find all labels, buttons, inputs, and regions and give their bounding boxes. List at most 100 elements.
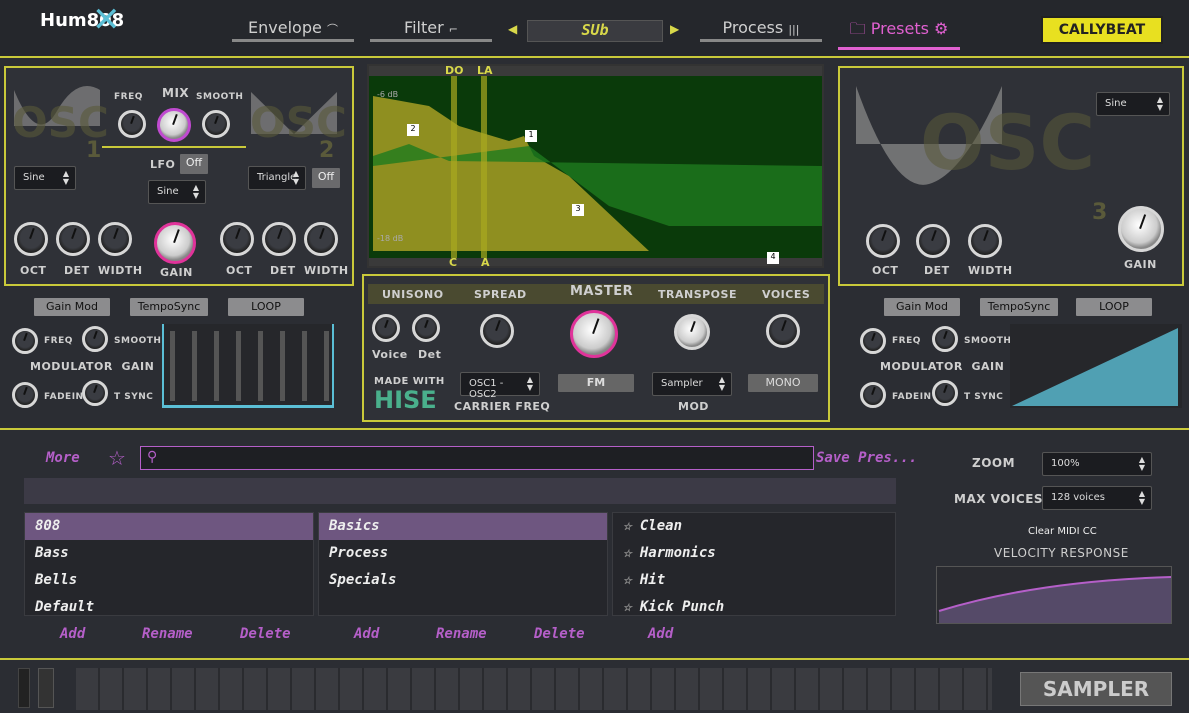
osc2-toggle[interactable]: Off [312, 168, 340, 188]
mono-button[interactable]: MONO [748, 374, 818, 392]
velocity-curve[interactable] [936, 566, 1172, 624]
step-bar[interactable] [324, 331, 329, 401]
list-item[interactable]: ☆ Harmonics [613, 540, 895, 567]
search-input[interactable] [167, 449, 807, 467]
step-bar[interactable] [192, 331, 197, 401]
lfo-wave-select[interactable]: Sine ▲ ▼ [148, 180, 206, 204]
osc2-width-knob[interactable] [304, 222, 338, 256]
list-item[interactable]: Process [319, 540, 607, 567]
list-item[interactable]: Specials [319, 567, 607, 594]
favorite-star-icon[interactable]: ☆ [108, 446, 126, 470]
list-item[interactable]: ☆ Kick Punch [613, 594, 895, 621]
more-button[interactable]: More [46, 450, 80, 466]
osc1-det-knob[interactable] [56, 222, 90, 256]
osc1-oct-knob[interactable] [14, 222, 48, 256]
carrier-select[interactable]: OSC1 - OSC2 ▲ ▼ [460, 372, 540, 400]
freq-knob[interactable] [118, 110, 146, 138]
list-item[interactable]: Bells [25, 567, 313, 594]
star-icon[interactable]: ☆ [623, 572, 640, 588]
mod-smooth-knob[interactable] [82, 326, 108, 352]
list-item[interactable]: Default [25, 594, 313, 621]
tab-presets[interactable]: 🗀 Presets ⚙ [838, 18, 960, 50]
step-bar[interactable] [214, 331, 219, 401]
rename-category-button[interactable]: Rename [142, 626, 193, 642]
mod-select[interactable]: Sampler ▲ ▼ [652, 372, 732, 396]
tab-envelope[interactable]: Envelope ⌒ [232, 18, 354, 42]
clear-midi-button[interactable]: Clear MIDI CC [1028, 526, 1097, 537]
osc3-width-knob[interactable] [968, 224, 1002, 258]
spectrum-display[interactable]: DO LA C A 2 1 3 4 -6 dB -18 dB [367, 64, 824, 269]
list-item[interactable]: Basics [319, 513, 607, 540]
mix-knob[interactable] [157, 108, 191, 142]
step-sequencer-left[interactable] [162, 324, 334, 408]
star-icon[interactable]: ☆ [623, 545, 640, 561]
transpose-knob[interactable] [674, 314, 710, 350]
delete-category-button[interactable]: Delete [240, 626, 291, 642]
tab-process[interactable]: Process ||| [700, 18, 822, 42]
step-sequencer-right[interactable] [1010, 324, 1182, 408]
step-bar[interactable] [302, 331, 307, 401]
filter-node[interactable]: 2 [407, 124, 419, 136]
osc2-wave-select[interactable]: Triangle ▲ ▼ [248, 166, 306, 190]
pitch-wheel[interactable] [18, 668, 30, 708]
filter-node[interactable]: 1 [525, 130, 537, 142]
voices-knob[interactable] [766, 314, 800, 348]
add-preset-button[interactable]: Add [648, 626, 673, 642]
filter-node[interactable]: 4 [767, 252, 779, 264]
osc1-wave-select[interactable]: Sine ▲ ▼ [14, 166, 76, 190]
spread-knob[interactable] [480, 314, 514, 348]
master-knob[interactable] [570, 310, 618, 358]
mod-wheel[interactable] [38, 668, 54, 708]
mod-freq-knob[interactable] [12, 328, 38, 354]
prev-preset-button[interactable]: ◀ [508, 22, 517, 36]
keyboard[interactable] [76, 668, 992, 710]
temposync-button[interactable]: TempoSync [130, 298, 208, 316]
sampler-button[interactable]: SAMPLER [1020, 672, 1172, 706]
osc2-oct-knob[interactable] [220, 222, 254, 256]
fm-button[interactable]: FM [558, 374, 634, 392]
loop-button[interactable]: LOOP [1076, 298, 1152, 316]
rename-subcategory-button[interactable]: Rename [436, 626, 487, 642]
gain-knob[interactable] [154, 222, 196, 264]
list-item[interactable]: Bass [25, 540, 313, 567]
step-bar[interactable] [170, 331, 175, 401]
step-bar[interactable] [280, 331, 285, 401]
step-bar[interactable] [236, 331, 241, 401]
add-subcategory-button[interactable]: Add [354, 626, 379, 642]
star-icon[interactable]: ☆ [623, 518, 640, 534]
next-preset-button[interactable]: ▶ [670, 22, 679, 36]
osc3-oct-knob[interactable] [866, 224, 900, 258]
add-category-button[interactable]: Add [60, 626, 85, 642]
max-voices-select[interactable]: 128 voices ▲ ▼ [1042, 486, 1152, 510]
zoom-select[interactable]: 100% ▲ ▼ [1042, 452, 1152, 476]
delete-subcategory-button[interactable]: Delete [534, 626, 585, 642]
unisono-det-knob[interactable] [412, 314, 440, 342]
gain-mod-button[interactable]: Gain Mod [884, 298, 960, 316]
save-preset-button[interactable]: Save Pres... [816, 450, 917, 466]
mod2-fadein-knob[interactable] [860, 382, 886, 408]
star-icon[interactable]: ☆ [623, 599, 640, 615]
loop-button[interactable]: LOOP [228, 298, 304, 316]
gain-mod-button[interactable]: Gain Mod [34, 298, 110, 316]
temposync-button[interactable]: TempoSync [980, 298, 1058, 316]
lfo-toggle[interactable]: Off [180, 154, 208, 174]
mod2-freq-knob[interactable] [860, 328, 886, 354]
tab-filter[interactable]: Filter ⌐ [370, 18, 492, 42]
search-bar[interactable]: ⚲ [140, 446, 814, 470]
step-bar[interactable] [258, 331, 263, 401]
osc3-det-knob[interactable] [916, 224, 950, 258]
smooth-knob[interactable] [202, 110, 230, 138]
osc2-det-knob[interactable] [262, 222, 296, 256]
mod2-tsync-knob[interactable] [932, 380, 958, 406]
mod2-smooth-knob[interactable] [932, 326, 958, 352]
list-item[interactable]: ☆ Clean [613, 513, 895, 540]
osc1-width-knob[interactable] [98, 222, 132, 256]
list-item[interactable]: ☆ Hit [613, 567, 895, 594]
mod-fadein-knob[interactable] [12, 382, 38, 408]
filter-node[interactable]: 3 [572, 204, 584, 216]
osc3-gain-knob[interactable] [1118, 206, 1164, 252]
unisono-voice-knob[interactable] [372, 314, 400, 342]
list-item[interactable]: 808 [25, 513, 313, 540]
osc3-wave-select[interactable]: Sine ▲ ▼ [1096, 92, 1170, 116]
mod-tsync-knob[interactable] [82, 380, 108, 406]
